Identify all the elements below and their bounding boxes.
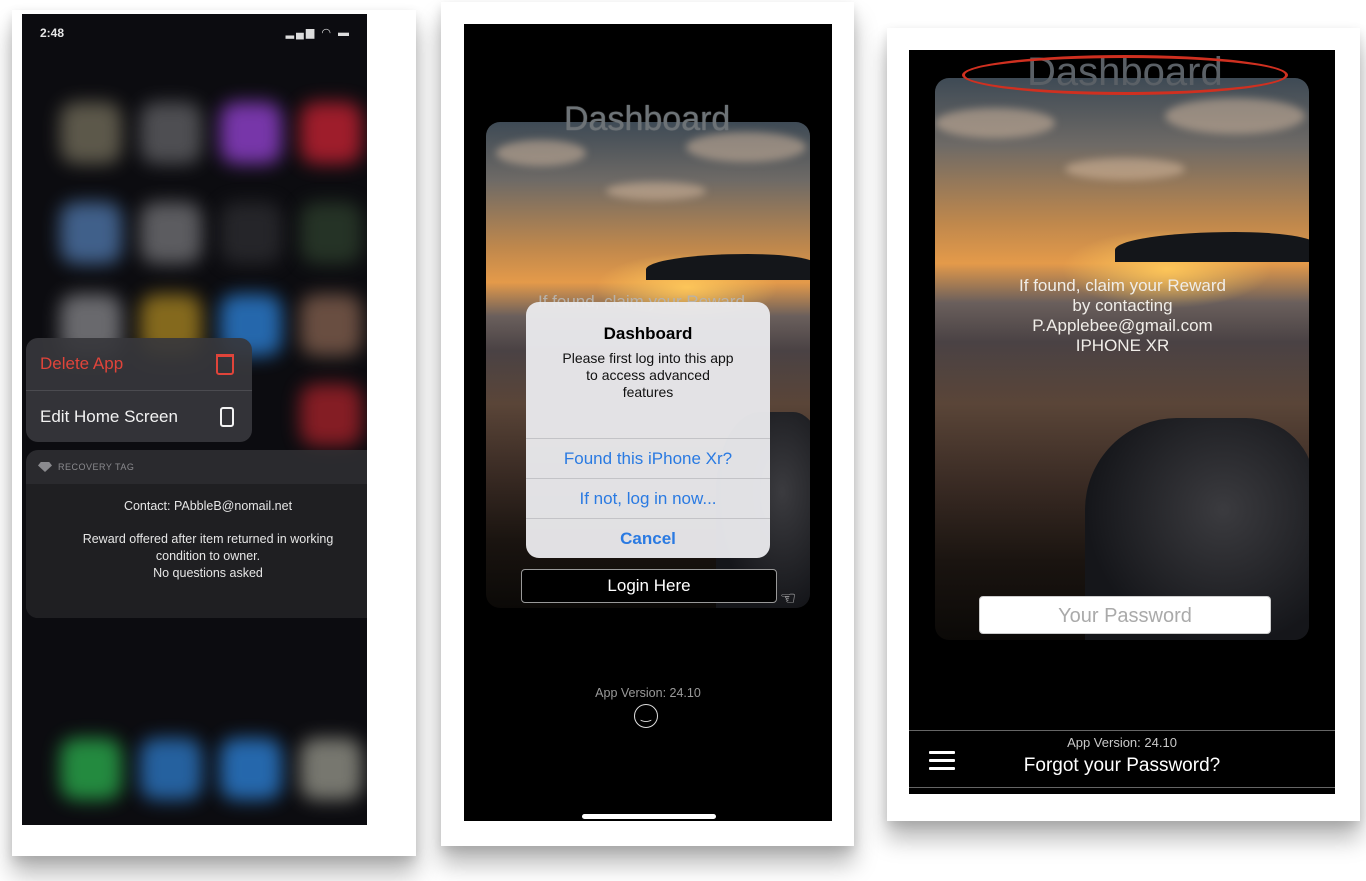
face-id-icon[interactable]: ‿ [634,704,658,728]
edit-home-screen-menu-item[interactable]: Edit Home Screen [26,390,252,442]
login-here-button[interactable]: Login Here [521,569,777,603]
app-icon [300,294,362,356]
cloud [935,108,1055,138]
dashboard-title: Dashboard [564,100,731,138]
recovery-tag-widget[interactable]: RECOVERY TAG Contact: PAbbleB@nomail.net… [26,450,367,618]
alert-message-line: to access advanced [586,367,710,383]
blurred-dock [22,714,367,824]
widget-header: RECOVERY TAG [26,450,367,484]
cloud [496,140,586,166]
home-indicator[interactable] [582,814,716,819]
mail-app-icon [220,738,282,800]
reward-line: by contacting [1072,296,1173,315]
contact-email: P.Applebee@gmail.com [1032,316,1213,335]
sunset-photo [935,78,1309,640]
delete-app-menu-item[interactable]: Delete App [26,338,252,390]
reward-message: If found, claim your Reward by contactin… [935,276,1310,356]
app-icon [300,384,362,446]
widget-reward-line: Reward offered after item returned in wo… [82,532,334,546]
app-icon [220,202,282,264]
app-icon [300,202,362,264]
log-in-now-button[interactable]: If not, log in now... [526,478,770,519]
forgot-password-link[interactable]: Forgot your Password? [909,755,1335,777]
app-icon [60,102,122,164]
widget-reward-line: condition to owner. [155,549,261,563]
dashboard-alert-screen: If found, claim your Reward Dashboard Da… [464,24,832,821]
login-alert-dialog: Dashboard Please first log into this app… [526,302,770,558]
device-name: IPHONE XR [1075,336,1170,355]
widget-header-label: RECOVERY TAG [58,462,135,472]
phone-screen-icon [220,407,234,427]
app-icon [140,202,202,264]
app-icon [60,202,122,264]
cancel-button[interactable]: Cancel [526,518,770,558]
app-icon [220,102,282,164]
hand-pointer-icon[interactable]: ☜ [780,588,810,608]
alert-message-line: features [622,384,674,400]
cloud [606,182,706,200]
widget-reward-line: No questions asked [153,566,263,580]
hamburger-menu-icon[interactable] [929,751,955,770]
app-icon [140,102,202,164]
reward-line: If found, claim your Reward [1019,276,1226,295]
status-time: 2:48 [40,26,65,40]
trash-icon [216,353,234,375]
phone-app-icon [60,738,122,800]
widget-body: Contact: PAbbleB@nomail.net Reward offer… [26,484,367,618]
cloud [1065,158,1185,180]
app-version: App Version: 24.10 [595,686,701,700]
app-icon [300,102,362,164]
app-icon [300,738,362,800]
app-version: App Version: 24.10 [1067,735,1177,750]
alert-message: Please first log into this app to access… [540,350,756,401]
found-iphone-button[interactable]: Found this iPhone Xr? [526,438,770,479]
password-field[interactable]: Your Password [979,596,1271,634]
alert-title: Dashboard [603,324,693,343]
app-context-menu: Delete App Edit Home Screen [26,338,252,442]
home-screen: 2:48 ▂▄▆ ◠ ▬ Delete App Edit Home Screen… [22,14,367,825]
safari-app-icon [140,738,202,800]
edit-home-screen-label: Edit Home Screen [40,407,178,426]
status-icons: ▂▄▆ ◠ ▬ [285,27,351,39]
dashboard-login-screen: Dashboard If found, claim your Reward by… [909,50,1335,794]
bottom-bar: App Version: 24.10 Forgot your Password? [909,730,1335,788]
highlight-oval [962,55,1288,95]
cloud [1165,98,1305,134]
alert-message-line: Please first log into this app [562,350,734,366]
delete-app-label: Delete App [40,354,124,373]
recovery-tag-icon [38,462,52,472]
widget-contact: Contact: PAbbleB@nomail.net [123,499,293,513]
